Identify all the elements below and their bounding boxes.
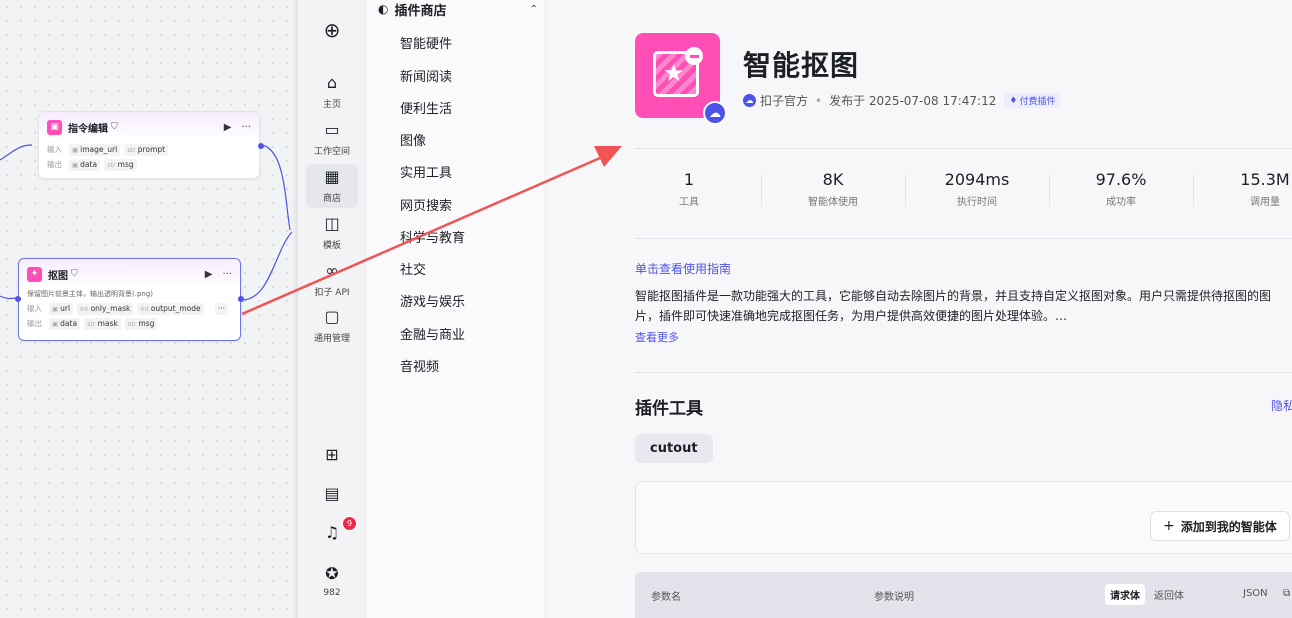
input-port[interactable] — [15, 296, 21, 302]
official-badge-icon: ☁ — [703, 101, 727, 125]
plugin-title: 智能抠图 — [743, 49, 860, 82]
plugin-store-icon: ◐ — [378, 2, 389, 16]
nav-create[interactable]: ⊕ — [306, 18, 358, 44]
publish-date: 发布于 2025-07-08 17:47:12 — [829, 94, 997, 108]
star-icon: ✪ — [325, 563, 339, 583]
plugin-author[interactable]: 扣子官方 — [760, 92, 808, 109]
output-port[interactable] — [238, 296, 244, 302]
shield-icon: ⛉ — [111, 122, 118, 132]
category-item[interactable]: 金融与商业 — [400, 324, 465, 343]
stat-call-volume: 15.3M 调用量 — [1240, 170, 1290, 208]
usage-guide-link[interactable]: 单击查看使用指南 — [635, 260, 731, 277]
tool-card: + 添加到我的智能体 — [635, 481, 1292, 554]
tool-tab-cutout[interactable]: cutout — [635, 434, 713, 463]
col-param-desc: 参数说明 — [874, 592, 914, 603]
category-sidebar: ◐ 插件商店 ⌃ 智能硬件 新闻阅读 便利生活 图像 实用工具 网页搜索 科学与… — [366, 0, 546, 618]
minus-icon — [685, 47, 703, 65]
tab-response[interactable]: 返回体 — [1149, 584, 1189, 605]
category-item[interactable]: 新闻阅读 — [400, 66, 452, 85]
tools-section-title: 插件工具 — [635, 399, 703, 419]
terminal-icon: ▭ — [324, 120, 340, 139]
node-title: 指令编辑 — [68, 123, 108, 135]
node-inputs: 输入 ▣ image_url str prompt — [39, 142, 259, 157]
home-icon: ⌂ — [326, 73, 338, 92]
view-more-link[interactable]: 查看更多 — [635, 329, 679, 345]
stat-exec-time: 2094ms 执行时间 — [944, 170, 1010, 208]
node-description: 保留图片前景主体，输出透明背景(.png) — [27, 290, 154, 298]
shield-icon: ⛉ — [71, 269, 78, 279]
plus-circle-icon: ⊕ — [323, 18, 341, 42]
notification-badge: 9 — [342, 516, 357, 531]
cutout-icon: ✦ — [27, 266, 42, 282]
nav-workspace[interactable]: ▭ 工作空间 — [306, 119, 358, 159]
node-outputs: 输出 ▣ data str msg — [39, 157, 259, 172]
doc-icon: ▤ — [324, 484, 340, 503]
plugin-description: 智能抠图插件是一款功能强大的工具，它能够自动去除图片的背景，并且支持自定义抠图对… — [635, 289, 1272, 323]
category-item[interactable]: 图像 — [400, 130, 426, 149]
node-inputs: 输入 ▣ url int only_mask int output_mode ··· — [19, 301, 240, 316]
category-item[interactable]: 科学与教育 — [400, 227, 465, 246]
params-table-header: 参数名 参数说明 请求体 返回体 JSON ⧉ — [635, 572, 1292, 618]
more-inputs-icon[interactable]: ··· — [214, 302, 228, 315]
nav-template[interactable]: ◫ 模板 — [306, 213, 358, 253]
add-to-agent-button[interactable]: + 添加到我的智能体 — [1150, 511, 1290, 541]
diamond-icon: ♦ — [1009, 95, 1018, 106]
nav-docs[interactable]: ▤ — [306, 483, 358, 507]
stat-success-rate: 97.6% 成功率 — [1095, 170, 1147, 208]
plugin-logo: ★ ☁ — [635, 33, 727, 125]
divider — [635, 238, 1292, 239]
nav-points[interactable]: ✪ 982 — [306, 563, 358, 599]
star-icon: ★ — [663, 59, 685, 87]
more-icon[interactable]: ··· — [222, 269, 232, 280]
category-header[interactable]: ◐ 插件商店 ⌃ — [378, 0, 538, 19]
category-item[interactable]: 实用工具 — [400, 162, 452, 181]
output-port[interactable] — [258, 143, 264, 149]
request-response-toggle: 请求体 返回体 — [1105, 584, 1189, 605]
copy-icon[interactable]: ⧉ — [1283, 588, 1290, 599]
category-item[interactable]: 音视频 — [400, 356, 439, 375]
plugin-stats: 1 工具 8K 智能体使用 2094ms 执行时间 97.6% 成功率 15.3M 调用量 — [635, 170, 1292, 210]
stat-tools: 1 工具 — [679, 170, 699, 208]
inbox-icon: ▢ — [324, 307, 340, 326]
nav-management[interactable]: ▢ 通用管理 — [306, 306, 358, 346]
more-icon[interactable]: ··· — [241, 122, 251, 133]
nav-api[interactable]: ∞ 扣子 API — [306, 260, 358, 300]
category-item[interactable]: 社交 — [400, 259, 426, 278]
nav-notifications[interactable]: ♫ 9 — [306, 516, 358, 546]
plugin-meta: ☁ 扣子官方 • 发布于 2025-07-08 17:47:12 ♦ 付费插件 — [743, 92, 1061, 109]
nav-apps[interactable]: ⊞ — [306, 444, 358, 468]
category-item[interactable]: 游戏与娱乐 — [400, 291, 465, 310]
divider — [635, 148, 1292, 149]
apps-icon: ⊞ — [325, 445, 339, 464]
node-title: 抠图 — [48, 270, 68, 282]
col-param-name: 参数名 — [651, 592, 681, 603]
category-item[interactable]: 智能硬件 — [400, 33, 452, 52]
nav-home[interactable]: ⌂ 主页 — [306, 72, 358, 112]
image-edit-icon: ▣ — [47, 119, 62, 135]
plugin-detail: ★ ☁ 智能抠图 ☁ 扣子官方 • 发布于 2025-07-08 17:47:1… — [546, 0, 1292, 618]
run-icon[interactable]: ▶ — [205, 269, 213, 280]
tab-request[interactable]: 请求体 — [1105, 584, 1145, 605]
store-icon: ▦ — [324, 167, 340, 186]
node-cutout[interactable]: ✦ 抠图 ⛉ ▶ ··· 保留图片前景主体，输出透明背景(.png) 输入 ▣ u… — [15, 258, 244, 341]
divider — [635, 372, 1292, 373]
bell-icon: ♫ — [324, 523, 340, 542]
main-nav: ⊕ ⌂ 主页 ▭ 工作空间 ▦ 商店 ◫ 模板 ∞ 扣子 API ▢ 通用管理 … — [298, 0, 366, 618]
privacy-link[interactable]: 隐私 — [1271, 397, 1292, 414]
template-icon: ◫ — [324, 214, 340, 233]
plus-icon: + — [1163, 518, 1175, 534]
paid-badge: ♦ 付费插件 — [1004, 93, 1061, 108]
node-outputs: 输出 ▣ data str mask str msg — [19, 316, 240, 331]
node-instruction-edit[interactable]: ▣ 指令编辑 ⛉ ▶ ··· 输入 ▣ image_url str prompt 输… — [38, 111, 264, 179]
author-avatar-icon: ☁ — [743, 94, 756, 107]
workflow-canvas[interactable]: ▣ 指令编辑 ⛉ ▶ ··· 输入 ▣ image_url str prompt 输… — [0, 0, 300, 618]
stat-agent-usage: 8K 智能体使用 — [808, 170, 858, 208]
category-item[interactable]: 便利生活 — [400, 98, 452, 117]
json-toggle[interactable]: JSON — [1243, 588, 1268, 599]
nav-store[interactable]: ▦ 商店 — [306, 164, 358, 208]
api-icon: ∞ — [325, 261, 339, 280]
run-icon[interactable]: ▶ — [224, 122, 232, 133]
category-item[interactable]: 网页搜索 — [400, 195, 452, 214]
chevron-up-icon[interactable]: ⌃ — [530, 4, 538, 15]
